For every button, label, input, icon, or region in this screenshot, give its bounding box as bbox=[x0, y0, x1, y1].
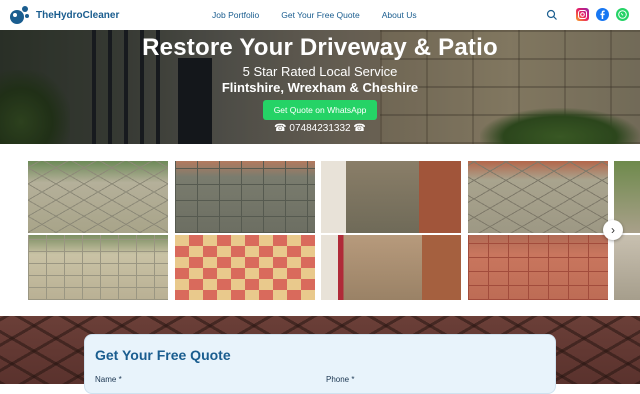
gallery-photo[interactable] bbox=[321, 161, 461, 233]
nav-free-quote[interactable]: Get Your Free Quote bbox=[281, 10, 359, 20]
chevron-right-icon: › bbox=[611, 223, 615, 237]
instagram-icon[interactable] bbox=[576, 8, 589, 21]
gallery-photo[interactable] bbox=[28, 235, 168, 300]
search-icon[interactable] bbox=[546, 8, 558, 20]
hero-subtitle: 5 Star Rated Local Service bbox=[242, 64, 398, 79]
quote-form: Get Your Free Quote Name * Phone * bbox=[84, 334, 556, 394]
brand-logo[interactable]: TheHydroCleaner bbox=[8, 4, 119, 26]
gallery-photo[interactable] bbox=[28, 161, 168, 233]
facebook-icon[interactable] bbox=[596, 8, 609, 21]
nav-job-portfolio[interactable]: Job Portfolio bbox=[212, 10, 259, 20]
water-drops-icon bbox=[8, 4, 30, 26]
form-title: Get Your Free Quote bbox=[95, 347, 231, 363]
brand-name: TheHydroCleaner bbox=[36, 9, 120, 21]
site-header: TheHydroCleaner Job Portfolio Get Your F… bbox=[0, 0, 640, 30]
job-gallery bbox=[0, 144, 640, 316]
gallery-photo[interactable] bbox=[321, 235, 461, 300]
main-nav: Job Portfolio Get Your Free Quote About … bbox=[212, 10, 417, 20]
whatsapp-quote-button[interactable]: Get Quote on WhatsApp bbox=[263, 100, 377, 120]
gallery-photo[interactable] bbox=[175, 161, 315, 233]
gallery-photo[interactable] bbox=[468, 161, 608, 233]
name-label: Name * bbox=[95, 375, 122, 384]
whatsapp-icon[interactable] bbox=[616, 8, 629, 21]
gallery-photo[interactable] bbox=[468, 235, 608, 300]
phone-label: Phone * bbox=[326, 375, 355, 384]
gallery-photo[interactable] bbox=[614, 235, 640, 300]
phone-number[interactable]: ☎ 07484231332 ☎ bbox=[0, 123, 640, 134]
nav-about-us[interactable]: About Us bbox=[382, 10, 417, 20]
hero-title: Restore Your Driveway & Patio bbox=[142, 34, 498, 61]
gallery-photo[interactable] bbox=[175, 235, 315, 300]
gallery-next-button[interactable]: › bbox=[603, 220, 623, 240]
hero-service-areas: Flintshire, Wrexham & Cheshire bbox=[221, 80, 419, 95]
